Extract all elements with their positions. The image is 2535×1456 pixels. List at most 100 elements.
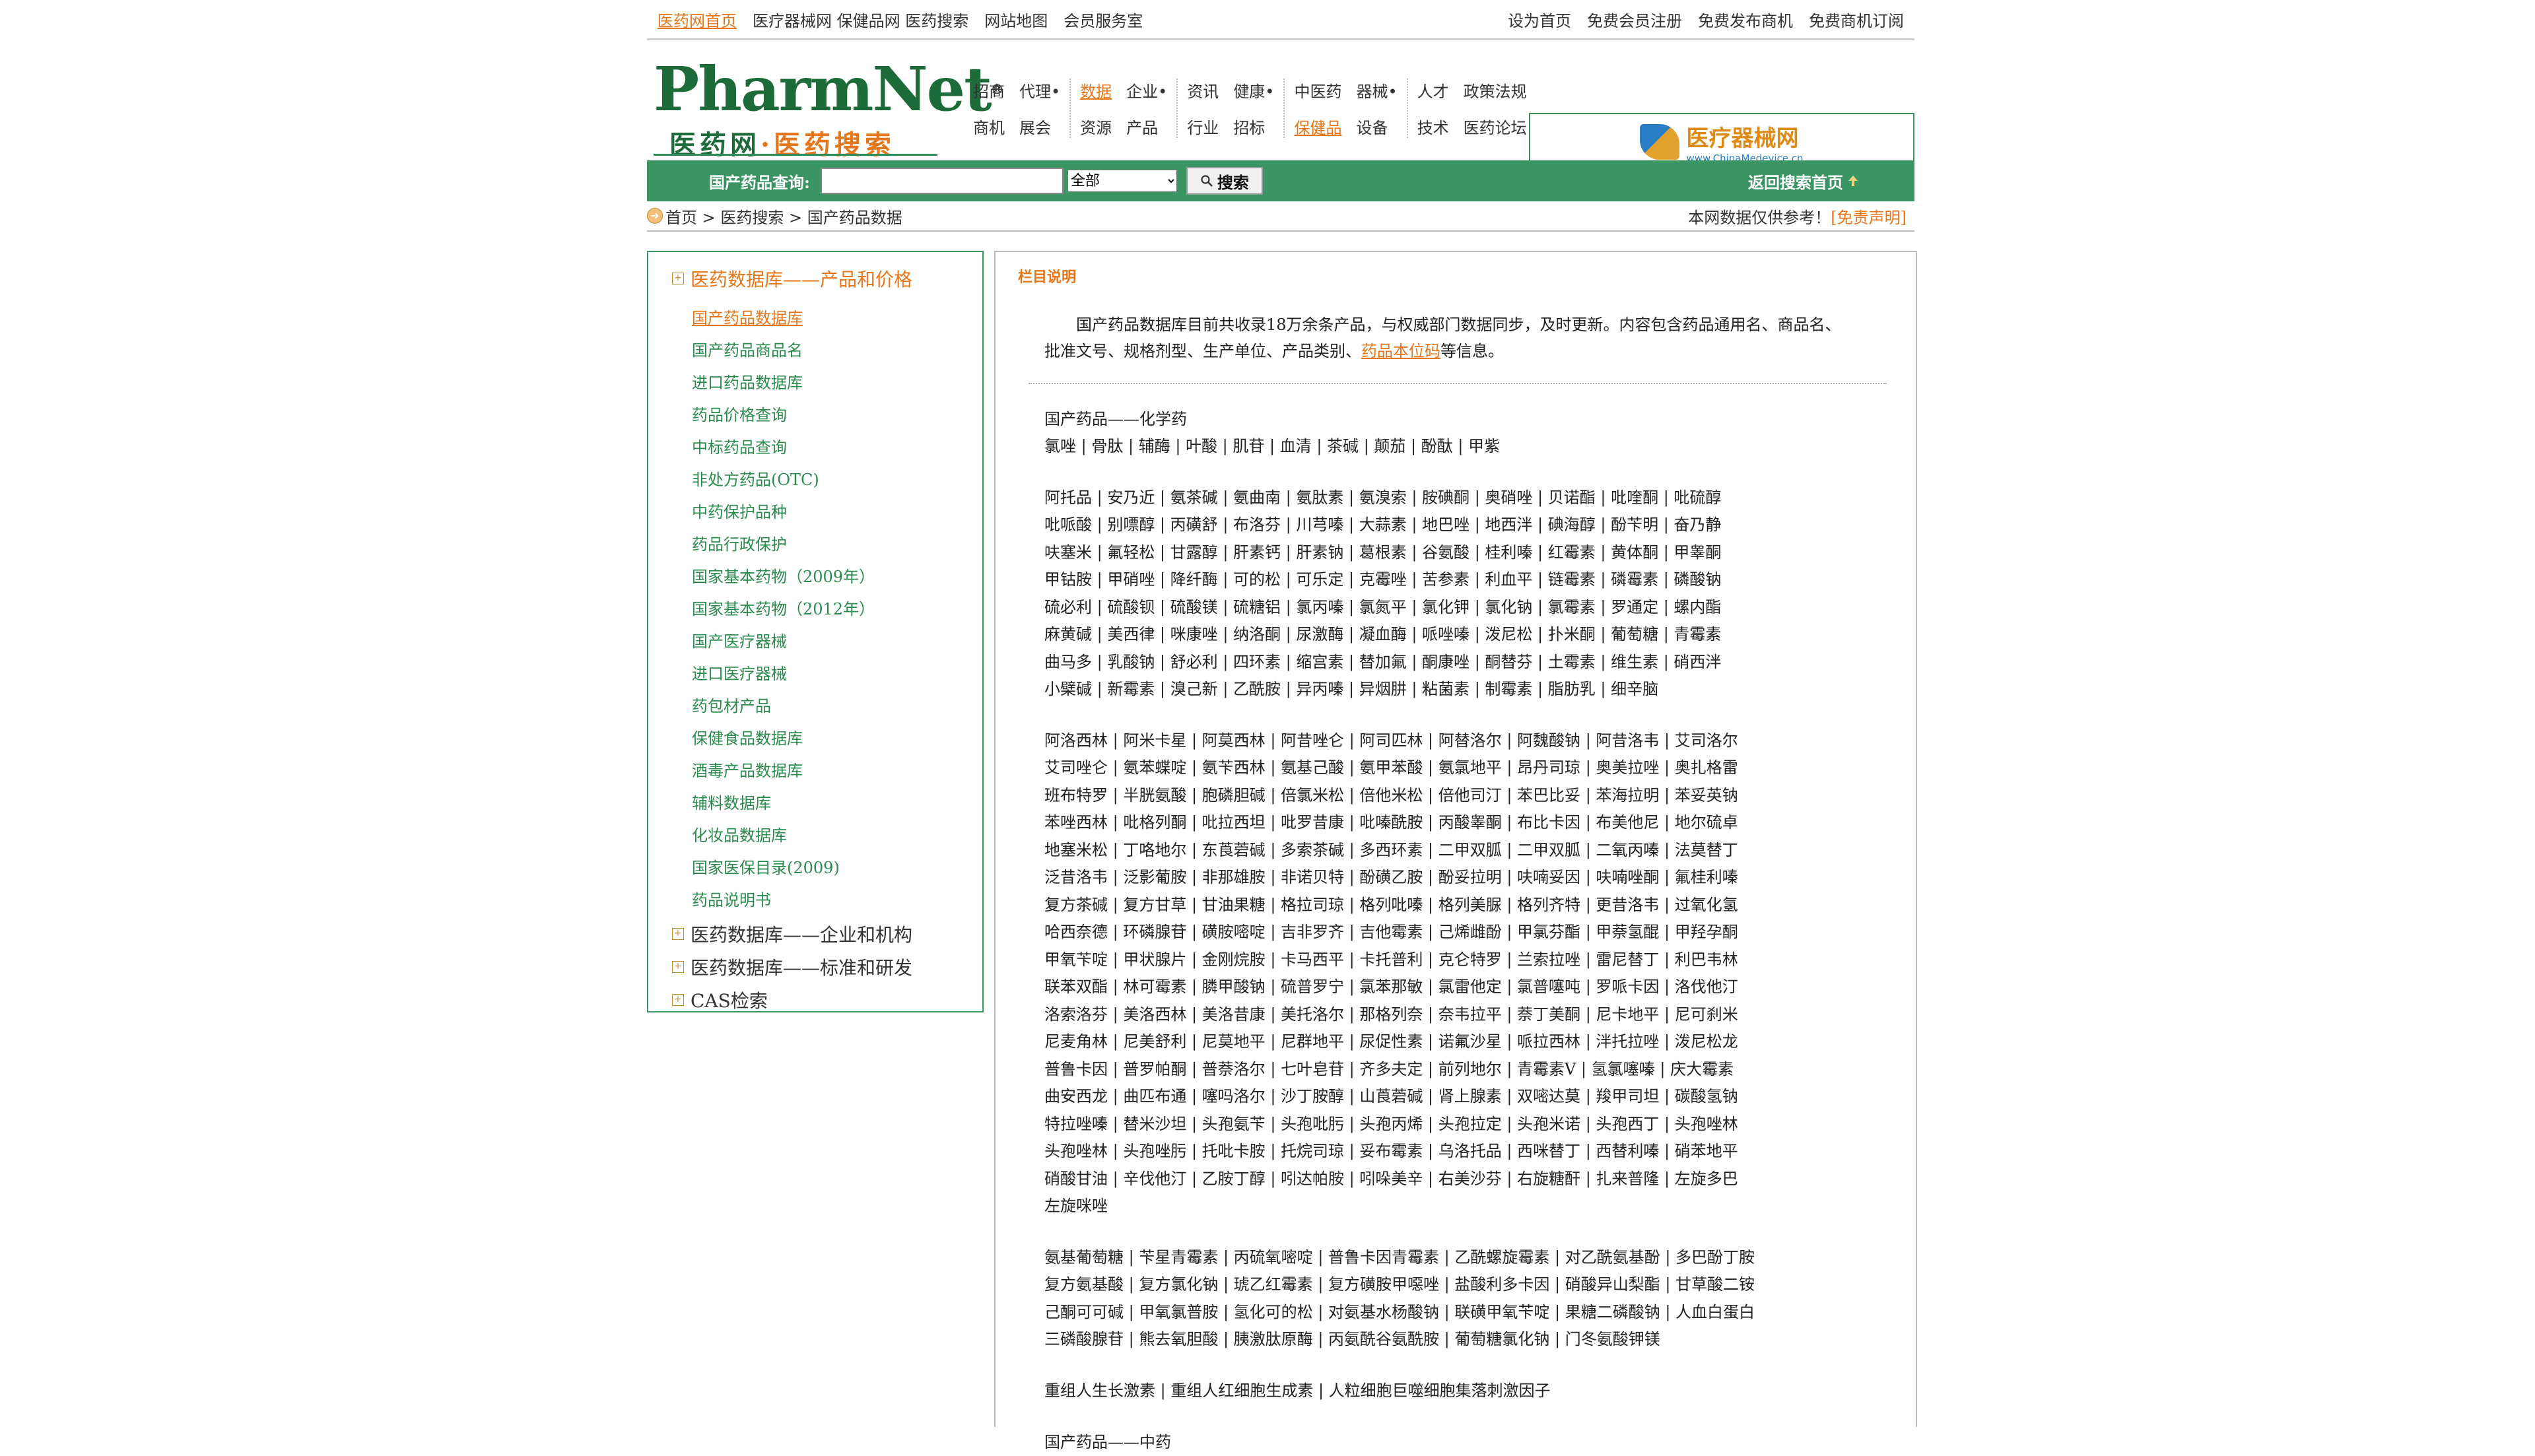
drug-row[interactable]: 麻黄碱 | 美西律 | 咪康唑 | 纳洛酮 | 尿激酶 | 凝血酶 | 哌唑嗪 … — [1044, 621, 1889, 649]
top-link-member[interactable]: 会员服务室 — [1064, 8, 1143, 31]
tree-item-packaging[interactable]: 药包材产品 — [692, 690, 982, 723]
drug-row[interactable]: 联苯双酯 | 林可霉素 | 膦甲酸钠 | 硫普罗宁 | 氯苯那敏 | 氯雷他定 … — [1044, 974, 1889, 1001]
drug-row[interactable]: 地塞米松 | 丁咯地尔 | 东莨菪碱 | 多索茶碱 | 多西环素 | 二甲双胍 … — [1044, 837, 1889, 865]
drug-row[interactable]: 苯唑西林 | 吡格列酮 | 吡拉西坦 | 吡罗昔康 | 吡嗪酰胺 | 丙酸睾酮 … — [1044, 809, 1889, 837]
nav-daili[interactable]: 代理• — [1019, 79, 1060, 102]
column-intro: 国产药品数据库目前共收录18万余条产品，与权威部门数据同步，及时更新。内容包含药… — [1044, 312, 1856, 364]
nav-shebei[interactable]: 设备 — [1356, 115, 1388, 138]
nav-zhanhui[interactable]: 展会 — [1019, 115, 1051, 138]
section-title-tcm: 国产药品——中药 — [1044, 1433, 1171, 1451]
top-link-sites[interactable]: 医疗器械网 保健品网 医药搜索 — [753, 8, 968, 31]
drug-row[interactable]: 己酮可可碱 | 甲氧氯普胺 | 氢化可的松 | 对氨基水杨酸钠 | 联磺甲氧苄啶… — [1044, 1299, 1889, 1327]
drug-row[interactable]: 泛昔洛韦 | 泛影葡胺 | 非那雄胺 | 非诺贝特 | 酚磺乙胺 | 酚妥拉明 … — [1044, 864, 1889, 892]
tree-item-health-food[interactable]: 保健食品数据库 — [692, 723, 982, 755]
drug-row[interactable]: 班布特罗 | 半胱氨酸 | 胞磷胆碱 | 倍氯米松 | 倍他米松 | 倍他司汀 … — [1044, 782, 1889, 810]
nav-shuju[interactable]: 数据 — [1080, 79, 1112, 102]
drug-row[interactable]: 三磷酸腺苷 | 熊去氧胆酸 | 胰激肽原酶 | 丙氨酰谷氨酰胺 | 葡萄糖氯化钠… — [1044, 1326, 1889, 1354]
drug-row[interactable]: 氯唑 | 骨肽 | 辅酶 | 叶酸 | 肌苷 | 血清 | 茶碱 | 颠茄 | … — [1044, 433, 1889, 461]
tree-item-bid-drugs[interactable]: 中标药品查询 — [692, 432, 982, 464]
top-link-home[interactable]: 医药网首页 — [658, 8, 737, 31]
nav-baojianpin[interactable]: 保健品 — [1294, 115, 1341, 138]
tree-item-tcm-protected[interactable]: 中药保护品种 — [692, 496, 982, 529]
tree-section-cas[interactable]: + CAS检索 — [672, 984, 982, 1016]
top-link-publish[interactable]: 免费发布商机 — [1698, 8, 1793, 31]
drug-row[interactable]: 洛索洛芬 | 美洛西林 | 美洛昔康 | 美托洛尔 | 那格列奈 | 奈韦拉平 … — [1044, 1001, 1889, 1029]
nav-zixun[interactable]: 资讯 — [1187, 79, 1219, 102]
tree-item-essential-2009[interactable]: 国家基本药物（2009年） — [692, 561, 982, 593]
tree-item-domestic-brand[interactable]: 国产药品商品名 — [692, 335, 982, 367]
left-sidebar: + 医药数据库——产品和价格 国产药品数据库 国产药品商品名 进口药品数据库 药… — [647, 251, 984, 1012]
nav-rencai[interactable]: 人才 — [1417, 79, 1449, 102]
search-category-select[interactable]: 全部 — [1067, 170, 1177, 192]
pharmnet-logo[interactable]: PharmNet® 医药网·医药搜索 — [647, 56, 1004, 165]
search-icon — [1201, 175, 1213, 187]
nav-jiankang[interactable]: 健康• — [1233, 79, 1274, 102]
top-link-set-home[interactable]: 设为首页 — [1508, 8, 1571, 31]
nav-chanpin[interactable]: 产品 — [1126, 115, 1158, 138]
nav-zhengce[interactable]: 政策法规 — [1464, 79, 1527, 102]
drug-row[interactable]: 硝酸甘油 | 辛伐他汀 | 乙胺丁醇 | 吲达帕胺 | 吲哚美辛 | 右美沙芬 … — [1044, 1166, 1889, 1193]
disclaimer-link[interactable]: [免责声明] — [1831, 209, 1907, 227]
drug-row[interactable]: 曲安西龙 | 曲匹布通 | 噻吗洛尔 | 沙丁胺醇 | 山莨菪碱 | 肾上腺素 … — [1044, 1083, 1889, 1111]
nav-qiye[interactable]: 企业• — [1126, 79, 1167, 102]
tree-item-drug-prices[interactable]: 药品价格查询 — [692, 399, 982, 432]
drug-row[interactable]: 小檗碱 | 新霉素 | 溴己新 | 乙酰胺 | 异丙嗪 | 异烟肼 | 粘菌素 … — [1044, 676, 1889, 704]
drug-row[interactable]: 硫必利 | 硫酸钡 | 硫酸镁 | 硫糖铝 | 氯丙嗪 | 氯氮平 | 氯化钾 … — [1044, 594, 1889, 622]
drug-row[interactable]: 阿洛西林 | 阿米卡星 | 阿莫西林 | 阿昔唑仑 | 阿司匹林 | 阿替洛尔 … — [1044, 727, 1889, 755]
drug-row[interactable]: 重组人生长激素 | 重组人红细胞生成素 | 人粒细胞巨噬细胞集落刺激因子 — [1044, 1377, 1889, 1405]
nav-zhaoshang[interactable]: 招商 — [973, 79, 1005, 102]
tree-section-standards[interactable]: + 医药数据库——标准和研发 — [672, 951, 982, 983]
tree-section-companies[interactable]: + 医药数据库——企业和机构 — [672, 918, 982, 950]
drug-row[interactable]: 甲氧苄啶 | 甲状腺片 | 金刚烷胺 | 卡马西平 | 卡托普利 | 克仑特罗 … — [1044, 946, 1889, 974]
tree-item-drug-leaflets[interactable]: 药品说明书 — [692, 884, 982, 917]
nav-luntan[interactable]: 医药论坛 — [1464, 115, 1527, 138]
tree-item-excipients[interactable]: 辅料数据库 — [692, 787, 982, 820]
tree-item-imported-devices[interactable]: 进口医疗器械 — [692, 658, 982, 690]
tree-item-insurance-list[interactable]: 国家医保目录(2009) — [692, 852, 982, 884]
drug-row[interactable]: 尼麦角林 | 尼美舒利 | 尼莫地平 | 尼群地平 | 尿促性素 | 诺氟沙星 … — [1044, 1028, 1889, 1056]
expand-icon: + — [672, 961, 684, 973]
nav-shangji[interactable]: 商机 — [973, 115, 1005, 138]
drug-row[interactable]: 甲钴胺 | 甲硝唑 | 降纤酶 | 可的松 | 可乐定 | 克霉唑 | 苦参素 … — [1044, 566, 1889, 594]
drug-row[interactable]: 普鲁卡因 | 普罗帕酮 | 普萘洛尔 | 七叶皂苷 | 齐多夫定 | 前列地尔 … — [1044, 1056, 1889, 1084]
tree-items-products: 国产药品数据库 国产药品商品名 进口药品数据库 药品价格查询 中标药品查询 非处… — [692, 302, 982, 917]
drug-row[interactable]: 复方茶碱 | 复方甘草 | 甘油果糖 | 格拉司琼 | 格列吡嗪 | 格列美脲 … — [1044, 892, 1889, 919]
breadcrumb-path[interactable]: 首页 > 医药搜索 > 国产药品数据 — [665, 205, 902, 228]
tree-item-essential-2012[interactable]: 国家基本药物（2012年） — [692, 593, 982, 626]
top-link-sitemap[interactable]: 网站地图 — [984, 8, 1048, 31]
nav-ziyuan[interactable]: 资源 — [1080, 115, 1112, 138]
nav-qixie[interactable]: 器械• — [1356, 79, 1397, 102]
drug-row[interactable]: 曲马多 | 乳酸钠 | 舒必利 | 四环素 | 缩宫素 | 替加氟 | 酮康唑 … — [1044, 649, 1889, 677]
top-link-subscribe[interactable]: 免费商机订阅 — [1809, 8, 1904, 31]
drug-row[interactable]: 氨基葡萄糖 | 苄星青霉素 | 丙硫氧嘧啶 | 普鲁卡因青霉素 | 乙酰螺旋霉素… — [1044, 1244, 1889, 1272]
nav-zhongyiyao[interactable]: 中医药 — [1294, 79, 1341, 102]
back-to-search-home[interactable]: 返回搜索首页 — [1748, 170, 1859, 193]
drug-row[interactable]: 哈西奈德 | 环磷腺苷 | 磺胺嘧啶 | 吉非罗齐 | 吉他霉素 | 己烯雌酚 … — [1044, 919, 1889, 946]
drug-group-5: 重组人生长激素 | 重组人红细胞生成素 | 人粒细胞巨噬细胞集落刺激因子 — [1044, 1377, 1889, 1405]
tree-item-alcohol-products[interactable]: 酒毒产品数据库 — [692, 755, 982, 787]
search-input[interactable] — [820, 168, 1064, 194]
back-label: 返回搜索首页 — [1748, 172, 1843, 192]
tree-item-otc[interactable]: 非处方药品(OTC) — [692, 464, 982, 496]
drug-row[interactable]: 呋塞米 | 氟轻松 | 甘露醇 | 肝素钙 | 肝素钠 | 葛根素 | 谷氨酸 … — [1044, 539, 1889, 567]
tree-section-products[interactable]: + 医药数据库——产品和价格 — [672, 265, 982, 292]
tree-item-domestic-drugs[interactable]: 国产药品数据库 — [692, 302, 982, 335]
nav-zhaobiao[interactable]: 招标 — [1233, 115, 1265, 138]
drug-row[interactable]: 艾司唑仑 | 氨苯蝶啶 | 氨苄西林 | 氨基己酸 | 氨甲苯酸 | 氨氯地平 … — [1044, 754, 1889, 782]
drug-row[interactable]: 头孢唑林 | 头孢唑肟 | 托吡卡胺 | 托烷司琼 | 妥布霉素 | 乌洛托品 … — [1044, 1138, 1889, 1166]
drug-row[interactable]: 特拉唑嗪 | 替米沙坦 | 头孢氨苄 | 头孢吡肟 | 头孢丙烯 | 头孢拉定 … — [1044, 1111, 1889, 1139]
search-button[interactable]: 搜索 — [1186, 167, 1263, 195]
drug-row[interactable]: 阿托品 | 安乃近 | 氨茶碱 | 氨曲南 | 氨肽素 | 氨溴索 | 胺碘酮 … — [1044, 484, 1889, 512]
drug-row[interactable]: 左旋咪唑 — [1044, 1193, 1889, 1220]
drug-row[interactable]: 复方氨基酸 | 复方氯化钠 | 琥乙红霉素 | 复方磺胺甲噁唑 | 盐酸利多卡因… — [1044, 1271, 1889, 1299]
drug-row[interactable]: 吡哌酸 | 别嘌醇 | 丙磺舒 | 布洛芬 | 川芎嗪 | 大蒜素 | 地巴唑 … — [1044, 512, 1889, 539]
top-link-register[interactable]: 免费会员注册 — [1587, 8, 1682, 31]
logo-underline — [654, 154, 937, 156]
tree-item-cosmetics[interactable]: 化妆品数据库 — [692, 820, 982, 852]
nav-hangye[interactable]: 行业 — [1187, 115, 1219, 138]
nav-jishu[interactable]: 技术 — [1417, 115, 1449, 138]
tree-item-imported-drugs[interactable]: 进口药品数据库 — [692, 367, 982, 399]
tree-item-admin-protect[interactable]: 药品行政保护 — [692, 529, 982, 561]
tree-item-domestic-devices[interactable]: 国产医疗器械 — [692, 626, 982, 658]
intro-drug-code-link[interactable]: 药品本位码 — [1361, 342, 1440, 360]
